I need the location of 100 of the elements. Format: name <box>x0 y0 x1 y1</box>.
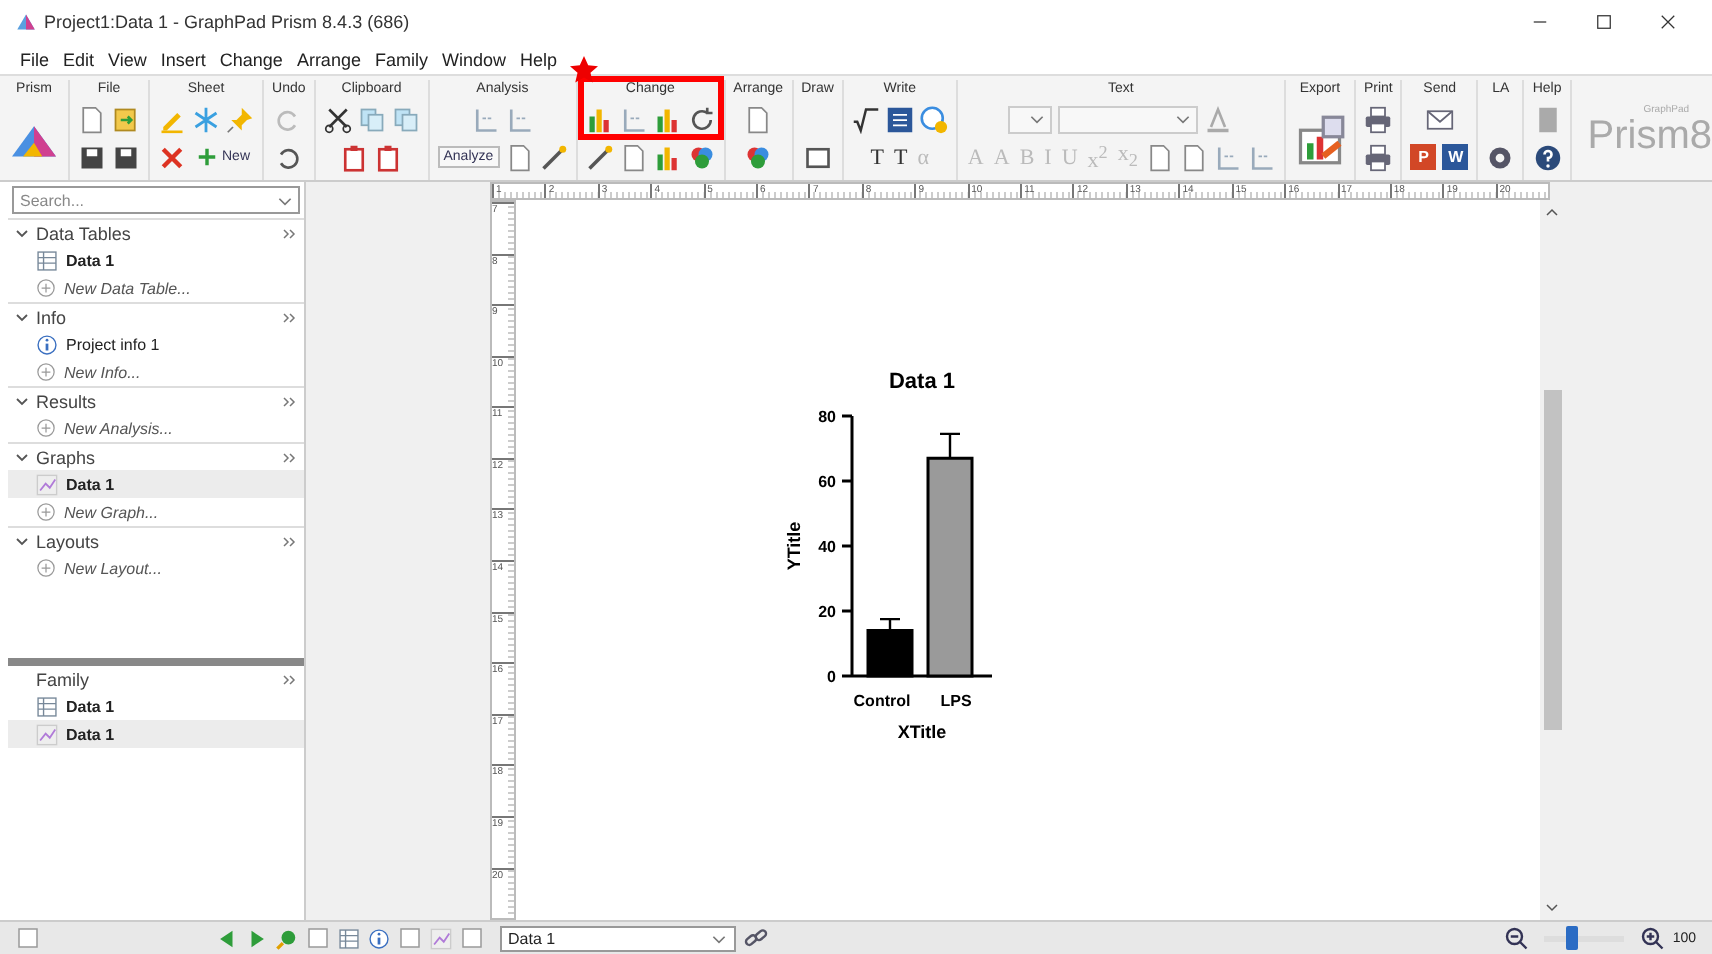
app-tile-button[interactable]: W <box>1442 144 1469 170</box>
clipboard-icon[interactable] <box>340 143 369 171</box>
chevron-down-icon[interactable] <box>14 533 30 549</box>
section-header[interactable]: Graphs <box>36 447 276 467</box>
delete-icon[interactable] <box>158 143 186 171</box>
section-header[interactable]: Results <box>36 391 276 411</box>
axes-icon[interactable] <box>1213 143 1242 171</box>
gear-icon[interactable] <box>1486 143 1515 171</box>
section-header[interactable]: Layouts <box>36 531 276 551</box>
scroll-down-icon[interactable] <box>1544 900 1560 916</box>
double-chevron-icon[interactable] <box>282 225 298 241</box>
menu-item[interactable]: Family <box>374 49 428 69</box>
double-chevron-icon[interactable] <box>282 671 298 687</box>
snowflake-icon[interactable] <box>192 105 220 133</box>
navigator-item[interactable]: New Graph... <box>8 498 304 526</box>
chevron-down-icon[interactable] <box>14 449 30 465</box>
axes-icon[interactable] <box>505 105 534 133</box>
close-icon[interactable] <box>1658 12 1678 32</box>
zoom-out-icon[interactable] <box>1504 926 1529 950</box>
sheet-icon[interactable] <box>398 926 422 950</box>
chevron-down-icon[interactable] <box>14 309 30 325</box>
zoom-in-icon[interactable] <box>1640 926 1665 950</box>
envelope-icon[interactable] <box>1425 105 1454 133</box>
info-icon[interactable] <box>368 927 390 949</box>
navigator-item[interactable]: Data 1 <box>8 720 304 748</box>
double-chevron-icon[interactable] <box>282 309 298 325</box>
maximize-icon[interactable] <box>1594 12 1614 32</box>
document-icon[interactable] <box>1179 143 1208 171</box>
document-icon[interactable] <box>78 105 106 133</box>
info-icon <box>36 333 58 355</box>
bar-chart-icon[interactable] <box>653 105 682 133</box>
document-icon[interactable] <box>1145 143 1174 171</box>
navigator-item[interactable]: Project info 1 <box>8 330 304 358</box>
wand-icon[interactable] <box>539 143 568 171</box>
menu-item[interactable]: Arrange <box>296 49 361 69</box>
double-chevron-icon[interactable] <box>282 533 298 549</box>
circular-arrows-icon[interactable] <box>687 105 716 133</box>
document-icon[interactable] <box>619 143 648 171</box>
menu-item[interactable]: Window <box>441 49 506 69</box>
bar-chart-icon[interactable] <box>653 143 682 171</box>
chevron-down-icon[interactable] <box>14 225 30 241</box>
document-icon[interactable] <box>505 143 534 171</box>
menu-item[interactable]: Change <box>219 49 283 69</box>
printer-icon[interactable] <box>1364 105 1393 133</box>
color-circles-icon[interactable] <box>744 143 773 171</box>
help-icon[interactable] <box>1533 143 1562 171</box>
navigator-item[interactable]: New Info... <box>8 358 304 386</box>
copy-icon[interactable] <box>391 105 420 133</box>
line-graph-icon[interactable] <box>430 927 452 949</box>
scissors-icon[interactable] <box>323 105 352 133</box>
double-chevron-icon[interactable] <box>282 449 298 465</box>
clipboard-icon[interactable] <box>374 143 403 171</box>
text-style-button[interactable]: T <box>892 145 910 169</box>
menu-item[interactable]: Edit <box>63 49 95 69</box>
axes-icon[interactable] <box>1247 143 1276 171</box>
sheet-dropdown[interactable]: Data 1 <box>500 925 736 951</box>
section-header[interactable]: Data Tables <box>36 223 276 243</box>
square-root-icon[interactable] <box>851 105 880 133</box>
chevron-down-icon[interactable] <box>14 393 30 409</box>
menu-item[interactable]: File <box>20 49 50 69</box>
navigator-item[interactable]: Data 1 <box>8 246 304 274</box>
import-icon[interactable] <box>112 105 140 133</box>
scroll-up-icon[interactable] <box>1544 204 1560 220</box>
plus-icon[interactable] <box>196 146 218 168</box>
printer-icon[interactable] <box>1364 143 1393 171</box>
export-icon[interactable] <box>1293 114 1346 166</box>
square-icon[interactable] <box>803 143 832 171</box>
forward-arrow-icon[interactable] <box>246 927 268 949</box>
menu-item[interactable]: Insert <box>160 49 206 69</box>
double-chevron-icon[interactable] <box>282 393 298 409</box>
navigator-item[interactable]: New Analysis... <box>8 414 304 442</box>
search-field[interactable]: Search... <box>12 186 300 214</box>
app-tile-button[interactable]: P <box>1410 144 1437 170</box>
font-size-field[interactable] <box>1008 105 1053 133</box>
sheet-icon[interactable] <box>306 926 330 950</box>
sheet-icon[interactable] <box>16 926 40 950</box>
navigator-item[interactable]: Data 1 <box>8 470 304 498</box>
sheet-icon[interactable] <box>460 926 484 950</box>
menu-item[interactable]: Help <box>519 49 557 69</box>
undo-icon[interactable] <box>274 143 303 171</box>
wand-icon[interactable] <box>585 143 614 171</box>
axes-icon[interactable] <box>471 105 500 133</box>
axes-icon[interactable] <box>619 105 648 133</box>
menu-item[interactable]: View <box>108 49 147 69</box>
document-icon[interactable] <box>744 105 773 133</box>
navigator-item[interactable]: New Data Table... <box>8 274 304 302</box>
bar-chart-icon[interactable] <box>585 105 614 133</box>
color-circles-icon[interactable] <box>687 143 716 171</box>
scrollbar-thumb[interactable] <box>1543 390 1561 730</box>
navigator-item[interactable]: New Layout... <box>8 554 304 582</box>
text-color-icon[interactable] <box>1204 105 1233 133</box>
section-header[interactable]: Info <box>36 307 276 327</box>
slider-thumb[interactable] <box>1565 926 1577 950</box>
chain-link-icon[interactable] <box>744 925 770 951</box>
back-arrow-icon[interactable] <box>216 927 238 949</box>
navigator-item[interactable]: Data 1 <box>8 692 304 720</box>
table-icon[interactable] <box>338 927 360 949</box>
document-tile-icon[interactable] <box>885 105 914 133</box>
text-style-button[interactable]: T <box>868 145 887 169</box>
font-name-field[interactable] <box>1058 105 1199 133</box>
